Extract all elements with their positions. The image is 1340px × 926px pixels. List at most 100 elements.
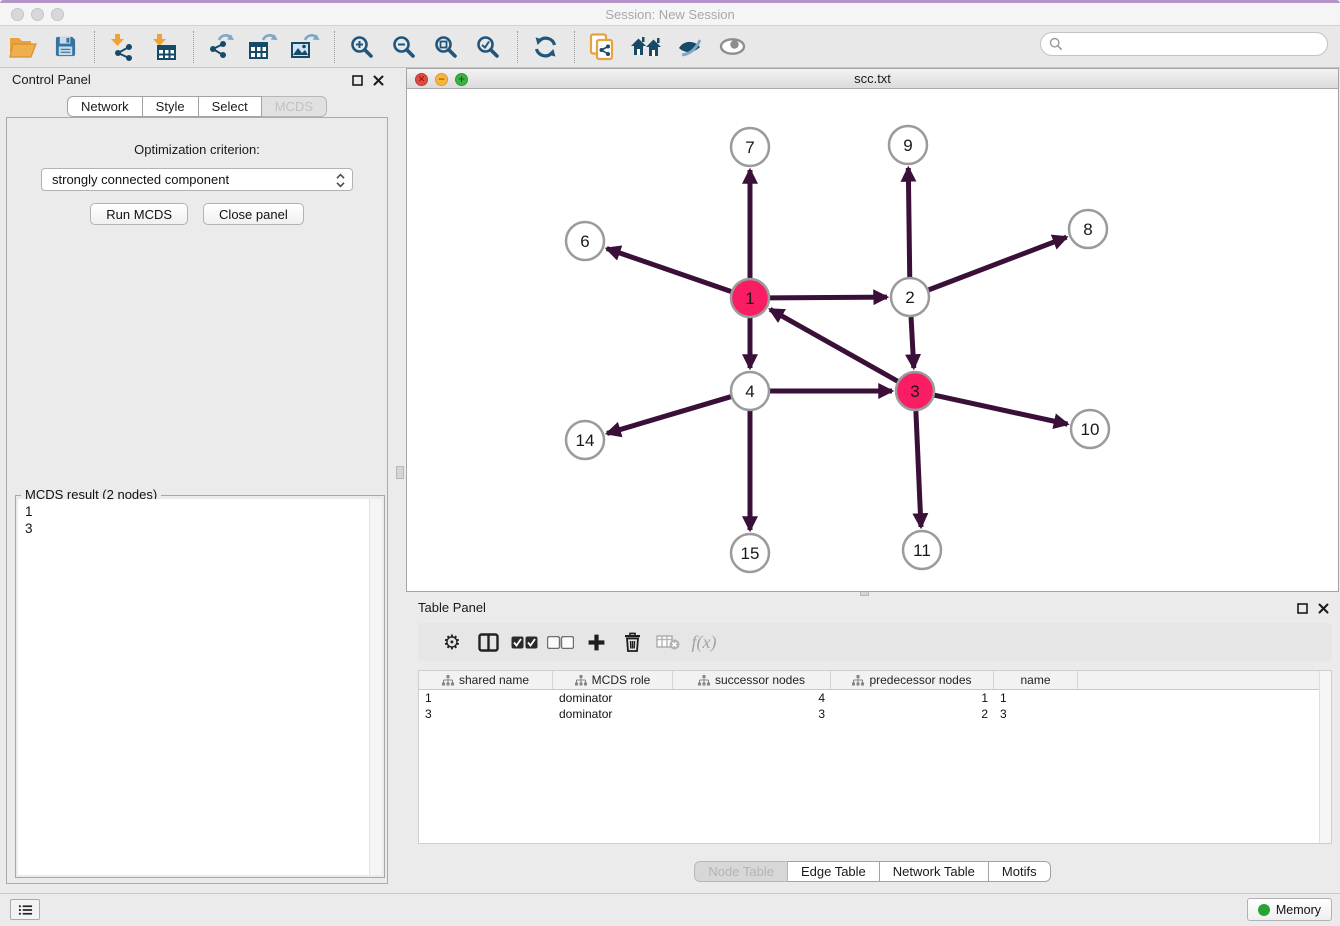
graph-node-2[interactable]: 2 xyxy=(891,278,929,316)
graph-node-1[interactable]: 1 xyxy=(731,279,769,317)
tab-node-table[interactable]: Node Table xyxy=(694,861,788,882)
graph-edge-3-11[interactable] xyxy=(916,411,921,527)
graph-node-10[interactable]: 10 xyxy=(1071,410,1109,448)
show-columns-button[interactable] xyxy=(470,627,506,657)
column-header-name[interactable]: name xyxy=(994,671,1078,689)
tab-edge-table[interactable]: Edge Table xyxy=(788,861,880,882)
hide-graphics-details-button[interactable] xyxy=(675,32,705,62)
table-header-row: shared nameMCDS rolesuccessor nodesprede… xyxy=(419,671,1331,690)
svg-text:1: 1 xyxy=(745,289,754,308)
table-close-button[interactable] xyxy=(1317,602,1330,615)
graph-node-14[interactable]: 14 xyxy=(566,421,604,459)
graph-node-4[interactable]: 4 xyxy=(731,372,769,410)
graph-edge-3-10[interactable] xyxy=(935,395,1068,424)
duplicate-network-icon xyxy=(588,33,616,61)
tab-style[interactable]: Style xyxy=(143,96,199,117)
float-panel-button[interactable] xyxy=(351,74,364,87)
svg-text:2: 2 xyxy=(905,288,914,307)
import-table-button[interactable] xyxy=(149,32,179,62)
hierarchy-icon xyxy=(575,675,587,686)
zoom-fit-icon xyxy=(433,34,459,60)
graph-node-15[interactable]: 15 xyxy=(731,534,769,572)
network-window-titlebar[interactable]: ✕ − + scc.txt xyxy=(407,69,1338,89)
search-input[interactable] xyxy=(1068,37,1308,52)
tab-network[interactable]: Network xyxy=(67,96,143,117)
column-header-successor-nodes[interactable]: successor nodes xyxy=(673,671,831,689)
tab-network-table[interactable]: Network Table xyxy=(880,861,989,882)
cell-mcds-role[interactable]: dominator xyxy=(553,690,673,706)
graph-node-6[interactable]: 6 xyxy=(566,222,604,260)
column-header-mcds-role[interactable]: MCDS role xyxy=(553,671,673,689)
refresh-layout-button[interactable] xyxy=(530,32,560,62)
graph-node-11[interactable]: 11 xyxy=(903,531,941,569)
network-canvas[interactable]: 7 9 6 8 1 2 4 3 14 10 15 11 xyxy=(407,89,1338,591)
save-session-button[interactable] xyxy=(50,32,80,62)
graph-edge-3-1[interactable] xyxy=(770,309,898,381)
table-scrollbar[interactable] xyxy=(1319,671,1331,843)
task-history-button[interactable] xyxy=(10,899,40,920)
graph-node-9[interactable]: 9 xyxy=(889,126,927,164)
columns-icon xyxy=(478,633,499,652)
tab-mcds[interactable]: MCDS xyxy=(262,96,327,117)
export-table-button[interactable] xyxy=(248,32,278,62)
graph-edge-1-6[interactable] xyxy=(607,249,731,292)
import-network-button[interactable] xyxy=(107,32,137,62)
tab-motifs[interactable]: Motifs xyxy=(989,861,1051,882)
cell-predecessor-nodes[interactable]: 2 xyxy=(831,706,994,722)
zoom-selected-button[interactable] xyxy=(473,32,503,62)
column-header-shared-name[interactable]: shared name xyxy=(419,671,553,689)
cell-name[interactable]: 3 xyxy=(994,706,1078,722)
cell-mcds-role[interactable]: dominator xyxy=(553,706,673,722)
table-float-button[interactable] xyxy=(1296,602,1309,615)
dropdown-value: strongly connected component xyxy=(52,172,229,187)
fx-icon: f(x) xyxy=(692,632,717,653)
first-neighbors-button[interactable] xyxy=(629,32,663,62)
bird-eye-view-button[interactable] xyxy=(717,32,747,62)
graph-edge-2-8[interactable] xyxy=(929,237,1067,290)
memory-status-icon xyxy=(1258,904,1270,916)
memory-button[interactable]: Memory xyxy=(1247,898,1332,921)
zoom-fit-button[interactable] xyxy=(431,32,461,62)
zoom-out-button[interactable] xyxy=(389,32,419,62)
svg-text:6: 6 xyxy=(580,232,589,251)
graph-edge-2-9[interactable] xyxy=(908,168,909,277)
network-graph[interactable]: 7 9 6 8 1 2 4 3 14 10 15 11 xyxy=(407,89,1338,591)
cell-shared-name[interactable]: 1 xyxy=(419,690,553,706)
export-image-button[interactable] xyxy=(290,32,320,62)
select-all-button[interactable] xyxy=(506,627,542,657)
table-row[interactable]: 3dominator323 xyxy=(419,706,1331,722)
deselect-all-button[interactable] xyxy=(542,627,578,657)
tab-select[interactable]: Select xyxy=(199,96,262,117)
graph-edge-4-14[interactable] xyxy=(607,397,731,434)
table-panel-title: Table Panel xyxy=(418,600,486,615)
cell-shared-name[interactable]: 3 xyxy=(419,706,553,722)
cell-successor-nodes[interactable]: 3 xyxy=(673,706,831,722)
add-column-button[interactable] xyxy=(578,627,614,657)
table-row[interactable]: 1dominator411 xyxy=(419,690,1331,706)
column-header-predecessor-nodes[interactable]: predecessor nodes xyxy=(831,671,994,689)
vertical-splitter-grip[interactable] xyxy=(396,466,404,479)
graph-node-8[interactable]: 8 xyxy=(1069,210,1107,248)
graph-node-7[interactable]: 7 xyxy=(731,128,769,166)
graph-edge-2-3[interactable] xyxy=(911,317,914,368)
graph-edge-1-2[interactable] xyxy=(770,297,887,298)
optimization-criterion-select[interactable]: strongly connected component xyxy=(41,168,353,191)
cell-predecessor-nodes[interactable]: 1 xyxy=(831,690,994,706)
cell-successor-nodes[interactable]: 4 xyxy=(673,690,831,706)
run-mcds-button[interactable]: Run MCDS xyxy=(90,203,188,225)
delete-column-button[interactable] xyxy=(614,627,650,657)
houses-icon xyxy=(630,36,662,58)
search-box[interactable] xyxy=(1040,32,1328,56)
duplicate-network-button[interactable] xyxy=(587,32,617,62)
export-network-button[interactable] xyxy=(206,32,236,62)
result-scrollbar[interactable] xyxy=(369,499,382,875)
svg-text:7: 7 xyxy=(745,138,754,157)
zoom-in-button[interactable] xyxy=(347,32,377,62)
graph-node-3[interactable]: 3 xyxy=(896,372,934,410)
main-toolbar xyxy=(0,26,1340,68)
close-panel-button[interactable] xyxy=(372,74,385,87)
cell-name[interactable]: 1 xyxy=(994,690,1078,706)
table-settings-button[interactable]: ⚙ xyxy=(434,627,470,657)
open-file-button[interactable] xyxy=(8,32,38,62)
close-panel-pushbutton[interactable]: Close panel xyxy=(203,203,304,225)
